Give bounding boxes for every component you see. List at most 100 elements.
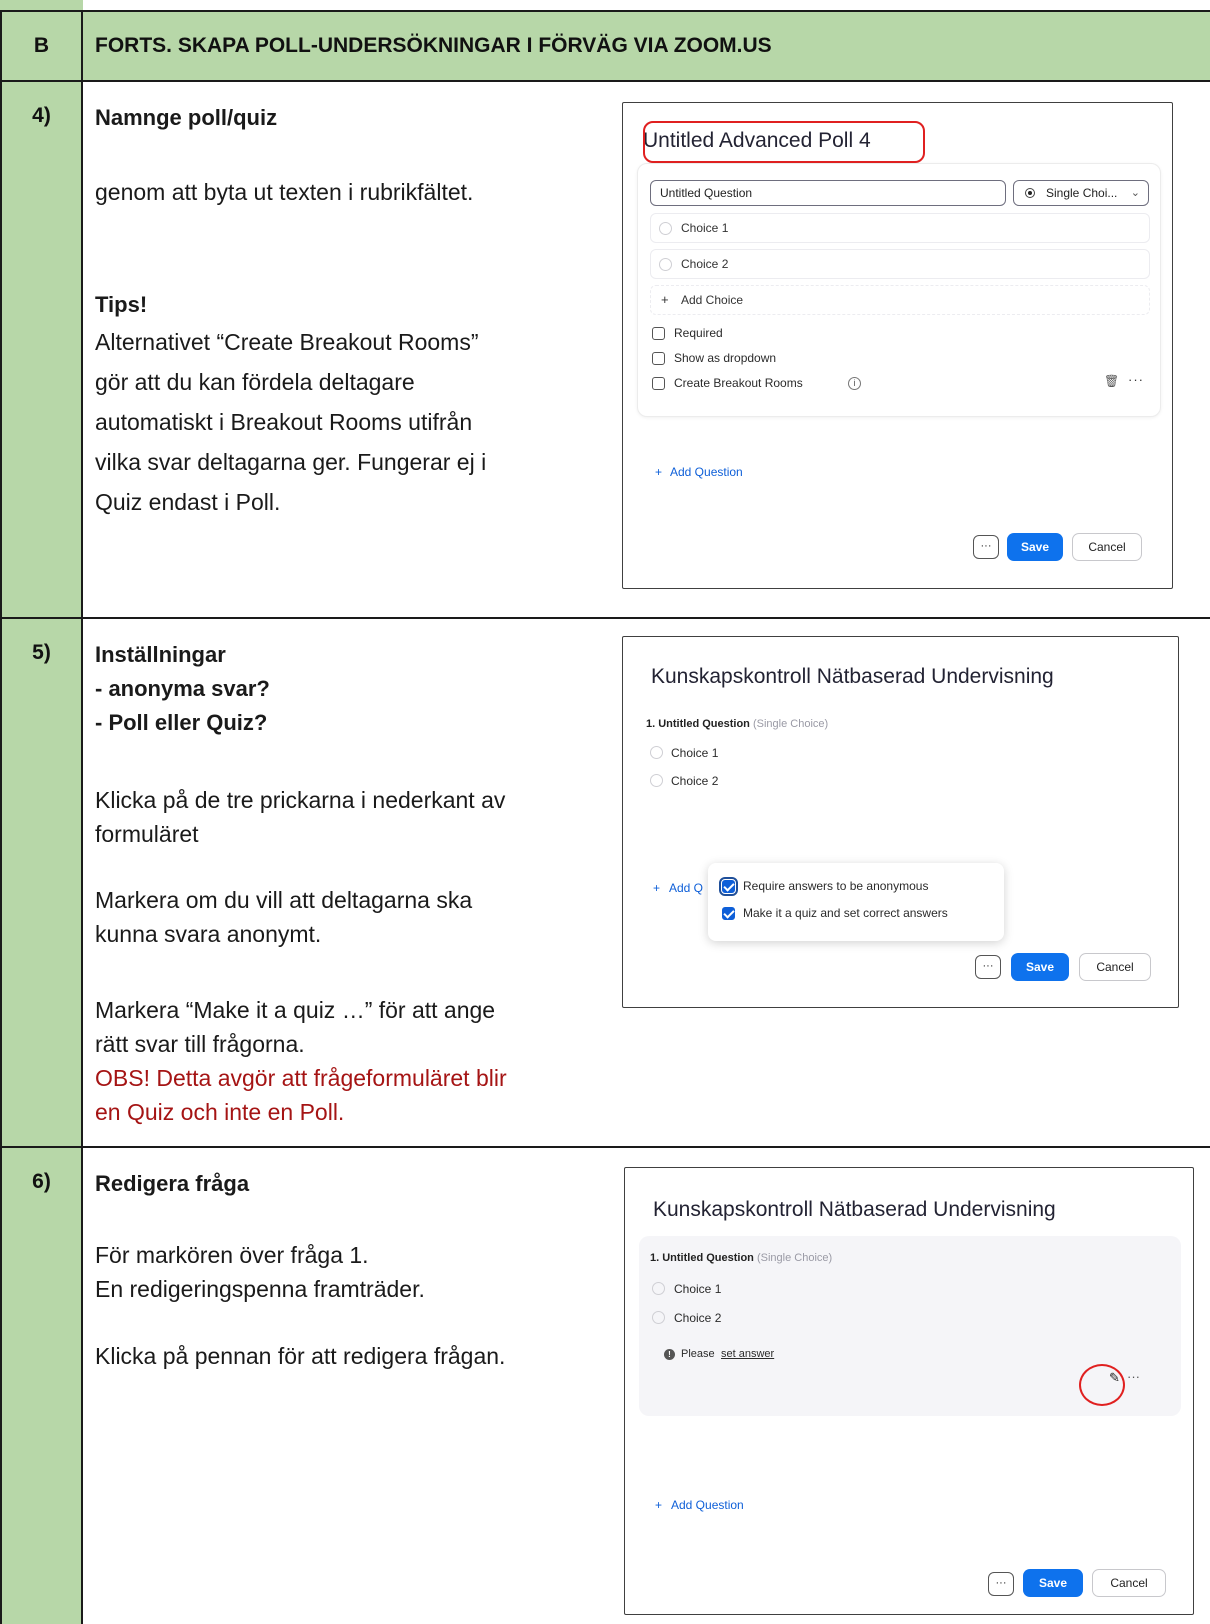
more-icon[interactable]: ··· — [1127, 1369, 1140, 1384]
poll-editor-screenshot: Untitled Advanced Poll 4 Untitled Questi… — [622, 102, 1173, 589]
more-options-button[interactable]: ··· — [973, 535, 999, 559]
add-question-button[interactable]: Add Question — [671, 1498, 744, 1512]
set-answer-link[interactable]: set answer — [721, 1348, 774, 1360]
step-text: En redigeringspenna framträder. — [95, 1276, 425, 1302]
add-question-button[interactable]: Add Q — [669, 881, 703, 895]
plus-icon: + — [661, 292, 669, 307]
plus-icon: + — [655, 1498, 663, 1512]
dropdown-checkbox[interactable] — [652, 352, 665, 365]
table-border-left — [0, 10, 2, 1624]
document-table: B FORTS. SKAPA POLL-UNDERSÖKNINGAR I FÖR… — [0, 0, 1210, 1624]
question-type: (Single Choice) — [756, 1252, 833, 1264]
step-text: Klicka på de tre prickarna i nederkant a… — [95, 787, 506, 813]
question-card: Untitled Question Single Choi... ⌄ Choic… — [637, 163, 1161, 417]
options-popup: Require answers to be anonymous Make it … — [708, 863, 1004, 941]
section-label: B — [33, 34, 50, 57]
please-text: Please — [681, 1348, 715, 1360]
step-number: 4) — [32, 104, 51, 127]
number-column — [0, 0, 83, 1624]
radio-icon — [650, 774, 663, 787]
step-text: kunna svara anonymt. — [95, 921, 322, 947]
plus-icon: + — [653, 881, 661, 895]
add-question-button[interactable]: Add Question — [670, 465, 743, 479]
choice-label: Choice 2 — [671, 774, 719, 788]
save-button[interactable]: Save — [1023, 1569, 1083, 1597]
info-icon[interactable]: i — [848, 377, 861, 390]
question-title: 1. Untitled Question — [646, 718, 750, 730]
question-type: (Single Choice) — [752, 718, 829, 730]
info-icon: ! — [664, 1349, 675, 1360]
anonymous-checkbox[interactable] — [719, 877, 738, 896]
choice-label: Choice 2 — [681, 257, 729, 271]
cancel-button[interactable]: Cancel — [1092, 1569, 1166, 1597]
tips-line: Alternativet “Create Breakout Rooms” — [95, 329, 479, 355]
row-divider — [0, 1146, 1210, 1148]
cancel-button[interactable]: Cancel — [1072, 533, 1142, 561]
step-heading: Inställningar — [95, 642, 226, 667]
highlight-box — [643, 121, 925, 163]
radio-icon — [659, 258, 672, 271]
step-text: Markera “Make it a quiz …” för att ange — [95, 997, 496, 1023]
checkbox-label: Create Breakout Rooms — [674, 376, 803, 390]
step-body: genom att byta ut texten i rubrikfältet. — [95, 179, 474, 205]
step-heading: Redigera fråga — [95, 1171, 250, 1196]
step-text: formuläret — [95, 821, 199, 847]
checkbox-label: Show as dropdown — [674, 351, 777, 365]
option-label: Require answers to be anonymous — [743, 879, 929, 893]
more-options-button[interactable]: ··· — [988, 1572, 1014, 1596]
step-text: Markera om du vill att deltagarna ska — [95, 887, 473, 913]
cancel-button[interactable]: Cancel — [1079, 953, 1151, 981]
step-text: För markören över fråga 1. — [95, 1242, 369, 1268]
radio-icon — [650, 746, 663, 759]
plus-icon: + — [655, 465, 663, 479]
option-label: Make it a quiz and set correct answers — [743, 906, 948, 920]
row-divider — [0, 80, 1210, 82]
add-choice-label: Add Choice — [681, 293, 744, 307]
radio-icon — [652, 1282, 665, 1295]
choice-row[interactable]: Choice 1 — [650, 213, 1150, 243]
save-button[interactable]: Save — [1011, 953, 1069, 981]
question-input[interactable]: Untitled Question — [650, 180, 1006, 206]
checkbox-label: Required — [674, 326, 723, 340]
highlight-circle — [1079, 1364, 1125, 1406]
quiz-checkbox[interactable] — [722, 907, 735, 920]
table-border-top — [0, 10, 1210, 12]
choice-label: Choice 2 — [674, 1311, 722, 1325]
step-heading: - Poll eller Quiz? — [95, 710, 268, 735]
tips-line: Quiz endast i Poll. — [95, 489, 281, 515]
question-label: 1. Untitled Question (Single Choice) — [646, 718, 828, 730]
more-icon[interactable]: ··· — [1128, 372, 1144, 387]
trash-icon[interactable]: 🗑 — [1104, 374, 1119, 388]
section-title: FORTS. SKAPA POLL-UNDERSÖKNINGAR I FÖRVÄ… — [95, 34, 772, 57]
add-choice-button[interactable]: + Add Choice — [650, 285, 1150, 315]
warning-text: OBS! Detta avgör att frågeformuläret bli… — [95, 1065, 507, 1091]
choice-label: Choice 1 — [674, 1282, 722, 1296]
more-options-button[interactable]: ··· — [975, 955, 1001, 979]
step-text: rätt svar till frågorna. — [95, 1031, 305, 1057]
column-divider — [81, 10, 83, 1624]
choice-label: Choice 1 — [671, 746, 719, 760]
poll-settings-screenshot: Kunskapskontroll Nätbaserad Undervisning… — [622, 636, 1179, 1008]
breakout-rooms-checkbox[interactable] — [652, 377, 665, 390]
required-checkbox[interactable] — [652, 327, 665, 340]
poll-edit-screenshot: Kunskapskontroll Nätbaserad Undervisning… — [624, 1167, 1194, 1615]
step-heading: Namnge poll/quiz — [95, 105, 278, 130]
warning-text: en Quiz och inte en Poll. — [95, 1099, 345, 1125]
choice-row[interactable]: Choice 2 — [650, 249, 1150, 279]
poll-title: Kunskapskontroll Nätbaserad Undervisning — [651, 665, 1054, 688]
tips-line: gör att du kan fördela deltagare — [95, 369, 415, 395]
poll-title: Kunskapskontroll Nätbaserad Undervisning — [653, 1198, 1056, 1221]
radio-icon — [659, 222, 672, 235]
step-number: 5) — [32, 641, 51, 664]
radio-icon — [1025, 188, 1035, 198]
save-button[interactable]: Save — [1007, 533, 1063, 561]
tips-heading: Tips! — [95, 292, 148, 317]
step-heading: - anonyma svar? — [95, 676, 270, 701]
row-divider — [0, 617, 1210, 619]
tips-line: automatiskt i Breakout Rooms utifrån — [95, 409, 473, 435]
question-label: 1. Untitled Question (Single Choice) — [650, 1252, 832, 1264]
question-type-select[interactable]: Single Choi... ⌄ — [1013, 180, 1149, 206]
choice-label: Choice 1 — [681, 221, 729, 235]
chevron-down-icon: ⌄ — [1130, 187, 1140, 199]
question-title: 1. Untitled Question — [650, 1252, 754, 1264]
